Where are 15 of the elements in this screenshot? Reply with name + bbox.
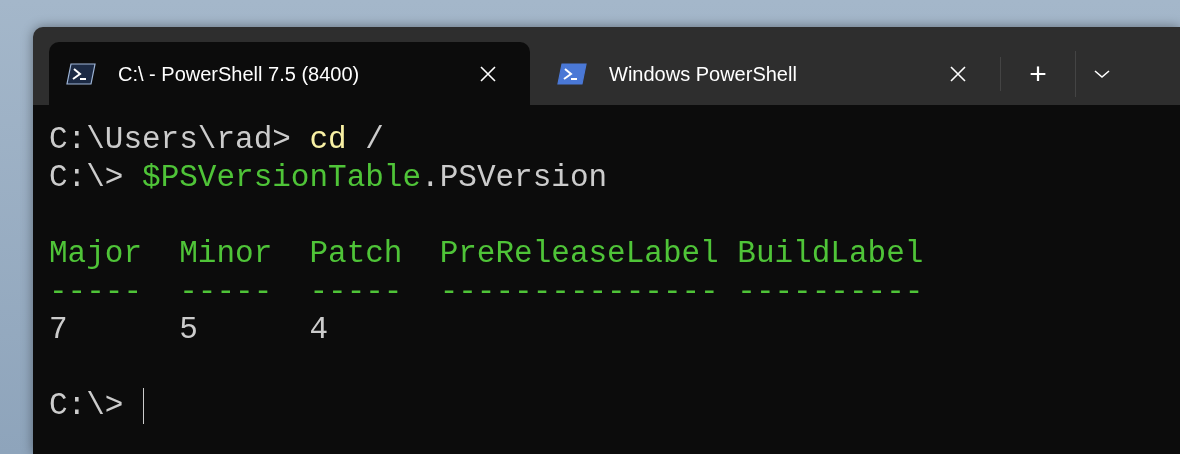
terminal-line: ----- ----- ----- --------------- ---------- bbox=[49, 273, 924, 311]
new-tab-button[interactable]: + bbox=[1001, 53, 1075, 94]
tab-title: Windows PowerShell bbox=[609, 61, 797, 87]
close-icon bbox=[948, 63, 968, 84]
close-icon bbox=[478, 63, 498, 84]
terminal-line: C:\> $PSVersionTable.PSVersion bbox=[49, 159, 608, 197]
tab-title: C:\ - PowerShell 7.5 (8400) bbox=[118, 61, 360, 87]
chevron-down-icon bbox=[1093, 67, 1111, 80]
text-cursor bbox=[143, 388, 145, 424]
terminal-line: C:\Users\rad> cd / bbox=[49, 121, 384, 159]
tab[interactable]: C:\ - PowerShell 7.5 (8400) bbox=[49, 42, 530, 105]
terminal-line: 7 5 4 bbox=[49, 311, 329, 349]
terminal-line: C:\> bbox=[49, 387, 124, 425]
terminal-line: Major Minor Patch PreReleaseLabel BuildLabel bbox=[49, 235, 924, 273]
tab[interactable]: Windows PowerShell bbox=[540, 42, 1000, 105]
